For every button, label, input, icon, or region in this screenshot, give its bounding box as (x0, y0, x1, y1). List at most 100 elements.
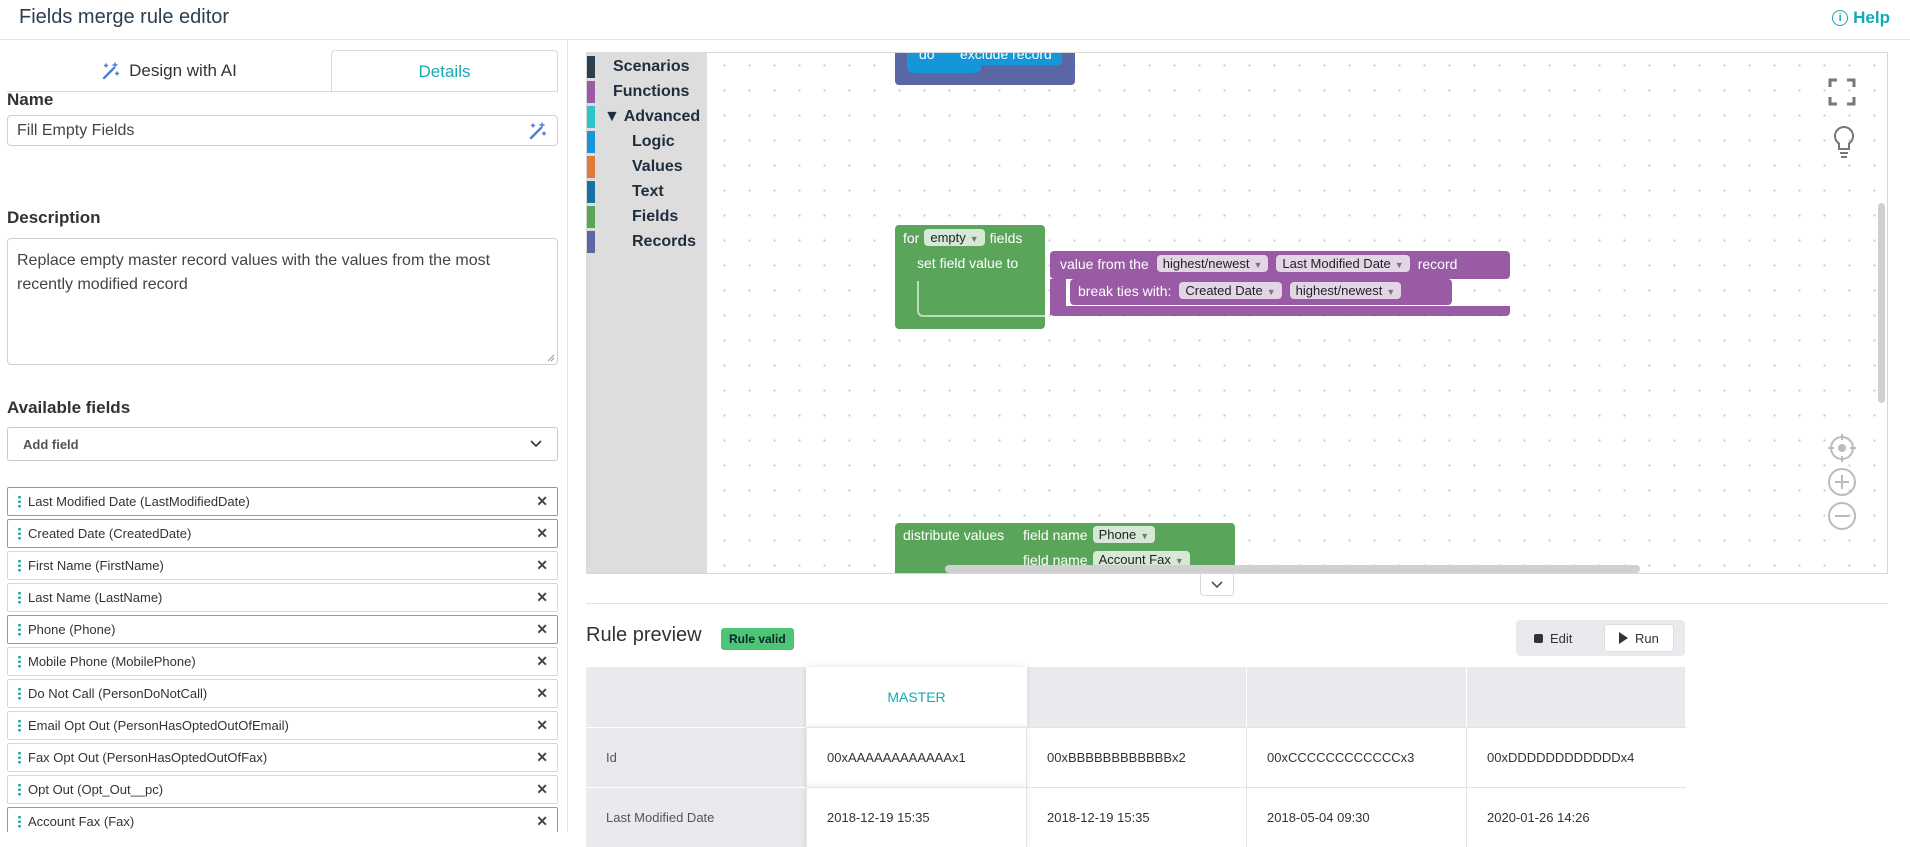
vertical-scrollbar[interactable] (1878, 203, 1885, 403)
field-item[interactable]: Mobile Phone (MobilePhone) ✕ (7, 647, 558, 676)
toolbox-item[interactable]: Records (587, 231, 696, 253)
category-color-swatch (587, 181, 595, 203)
toolbox-item[interactable]: Functions (587, 81, 689, 103)
tab-design-with-ai[interactable]: Design with AI (7, 50, 331, 92)
field-item-label: Created Date (CreatedDate) (28, 526, 192, 541)
distribute-label: distribute values (903, 527, 1005, 543)
toolbox-item[interactable]: Values (587, 156, 683, 178)
field-item[interactable]: Last Modified Date (LastModifiedDate) ✕ (7, 487, 558, 516)
remove-icon[interactable]: ✕ (536, 685, 548, 702)
field-item-label: Last Modified Date (LastModifiedDate) (28, 494, 250, 509)
fullscreen-icon[interactable] (1827, 77, 1857, 107)
for-label: for (903, 229, 920, 246)
highest-newest-dropdown[interactable]: highest/newest ▼ (1156, 255, 1269, 272)
divider (586, 603, 1888, 604)
last-modified-value: Last Modified Date (1282, 256, 1391, 271)
field-item[interactable]: Do Not Call (PersonDoNotCall) ✕ (7, 679, 558, 708)
drag-handle-icon[interactable] (18, 591, 21, 604)
drag-handle-icon[interactable] (18, 623, 21, 636)
toolbox-item[interactable]: Scenarios (587, 56, 689, 78)
category-color-swatch (587, 231, 595, 253)
help-link[interactable]: i Help (1832, 8, 1890, 28)
dropdown-arrow-icon: ▼ (1266, 287, 1276, 297)
lightbulb-icon[interactable] (1832, 125, 1856, 159)
category-color-swatch (587, 156, 595, 178)
tab-design-with-ai-label: Design with AI (129, 61, 237, 80)
field-item[interactable]: Fax Opt Out (PersonHasOptedOutOfFax) ✕ (7, 743, 558, 772)
run-label: Run (1635, 630, 1659, 646)
phone-dropdown[interactable]: Phone ▼ (1092, 526, 1156, 543)
drag-handle-icon[interactable] (18, 527, 21, 540)
edit-label: Edit (1550, 630, 1573, 646)
horizontal-scrollbar[interactable] (945, 565, 1640, 573)
block-slot (917, 281, 1045, 317)
field-item-label: First Name (FirstName) (28, 558, 164, 573)
set-field-label: set field value to (917, 255, 1019, 271)
remove-icon[interactable]: ✕ (536, 557, 548, 574)
field-item[interactable]: First Name (FirstName) ✕ (7, 551, 558, 580)
stop-icon (1534, 633, 1543, 643)
value-from-label: value from the (1060, 255, 1149, 272)
drag-handle-icon[interactable] (18, 655, 21, 668)
toolbox-item[interactable]: Text (587, 181, 664, 203)
magic-wand-icon[interactable] (528, 121, 548, 141)
table-cell: 2018-12-19 15:35 (806, 787, 1026, 847)
available-fields-label: Available fields (7, 398, 131, 417)
resize-handle-icon[interactable] (547, 354, 555, 362)
name-field[interactable]: Fill Empty Fields (7, 115, 558, 146)
help-label: Help (1853, 8, 1890, 27)
drag-handle-icon[interactable] (18, 719, 21, 732)
table-cell: 2018-12-19 15:35 (1026, 787, 1246, 847)
remove-icon[interactable]: ✕ (536, 781, 548, 798)
rule-valid-badge: Rule valid (721, 628, 794, 650)
field-item-label: Last Name (LastName) (28, 590, 163, 605)
block-for-empty-fields[interactable]: for empty ▼ fields set field value to (895, 225, 1045, 329)
created-date-dropdown[interactable]: Created Date ▼ (1179, 282, 1282, 299)
description-textarea[interactable]: Replace empty master record values with … (7, 238, 558, 365)
field-item[interactable]: Account Fax (Fax) ✕ (7, 807, 558, 832)
remove-icon[interactable]: ✕ (536, 813, 548, 830)
drag-handle-icon[interactable] (18, 783, 21, 796)
block-break-ties[interactable]: break ties with: Created Date ▼ highest/n… (1070, 279, 1452, 305)
remove-icon[interactable]: ✕ (536, 717, 548, 734)
column-header (1026, 667, 1246, 727)
toolbox-item-label: Records (632, 233, 697, 250)
field-name-label: field name (1023, 526, 1088, 543)
remove-icon[interactable]: ✕ (536, 525, 548, 542)
toolbox-item[interactable]: Logic (587, 131, 675, 153)
add-field-select[interactable]: Add field (7, 427, 558, 461)
drag-handle-icon[interactable] (18, 815, 21, 828)
toolbox: Scenarios Functions ▼ Advanced Logic Values T… (587, 53, 707, 573)
toolbox-item[interactable]: Fields (587, 206, 678, 228)
field-item[interactable]: Last Name (LastName) ✕ (7, 583, 558, 612)
highest-newest-2-dropdown[interactable]: highest/newest ▼ (1289, 282, 1402, 299)
drag-handle-icon[interactable] (18, 687, 21, 700)
field-item[interactable]: Opt Out (Opt_Out__pc) ✕ (7, 775, 558, 804)
remove-icon[interactable]: ✕ (536, 749, 548, 766)
zoom-in-icon[interactable] (1827, 467, 1857, 497)
run-button[interactable]: Run (1604, 624, 1674, 652)
drag-handle-icon[interactable] (18, 495, 21, 508)
toolbox-item[interactable]: ▼ Advanced (587, 106, 700, 128)
category-color-swatch (587, 56, 595, 78)
edit-button[interactable]: Edit (1520, 624, 1586, 652)
field-item[interactable]: Email Opt Out (PersonHasOptedOutOfEmail)… (7, 711, 558, 740)
magic-wand-icon (102, 62, 120, 80)
zoom-out-icon[interactable] (1827, 501, 1857, 531)
blockly-workspace[interactable]: Scenarios Functions ▼ Advanced Logic Values T… (586, 52, 1888, 574)
tab-details[interactable]: Details (331, 50, 558, 93)
block-value-from[interactable]: value from the highest/newest ▼ Last Modi… (1050, 251, 1510, 279)
remove-icon[interactable]: ✕ (536, 653, 548, 670)
block-exclude-record[interactable]: exclude record (952, 53, 1062, 65)
collapse-workspace-button[interactable] (1200, 574, 1234, 596)
empty-dropdown[interactable]: empty ▼ (924, 229, 985, 246)
remove-icon[interactable]: ✕ (536, 621, 548, 638)
field-item[interactable]: Created Date (CreatedDate) ✕ (7, 519, 558, 548)
last-modified-dropdown[interactable]: Last Modified Date ▼ (1276, 255, 1410, 272)
remove-icon[interactable]: ✕ (536, 493, 548, 510)
field-item[interactable]: Phone (Phone) ✕ (7, 615, 558, 644)
recenter-icon[interactable] (1827, 433, 1857, 463)
drag-handle-icon[interactable] (18, 751, 21, 764)
remove-icon[interactable]: ✕ (536, 589, 548, 606)
drag-handle-icon[interactable] (18, 559, 21, 572)
